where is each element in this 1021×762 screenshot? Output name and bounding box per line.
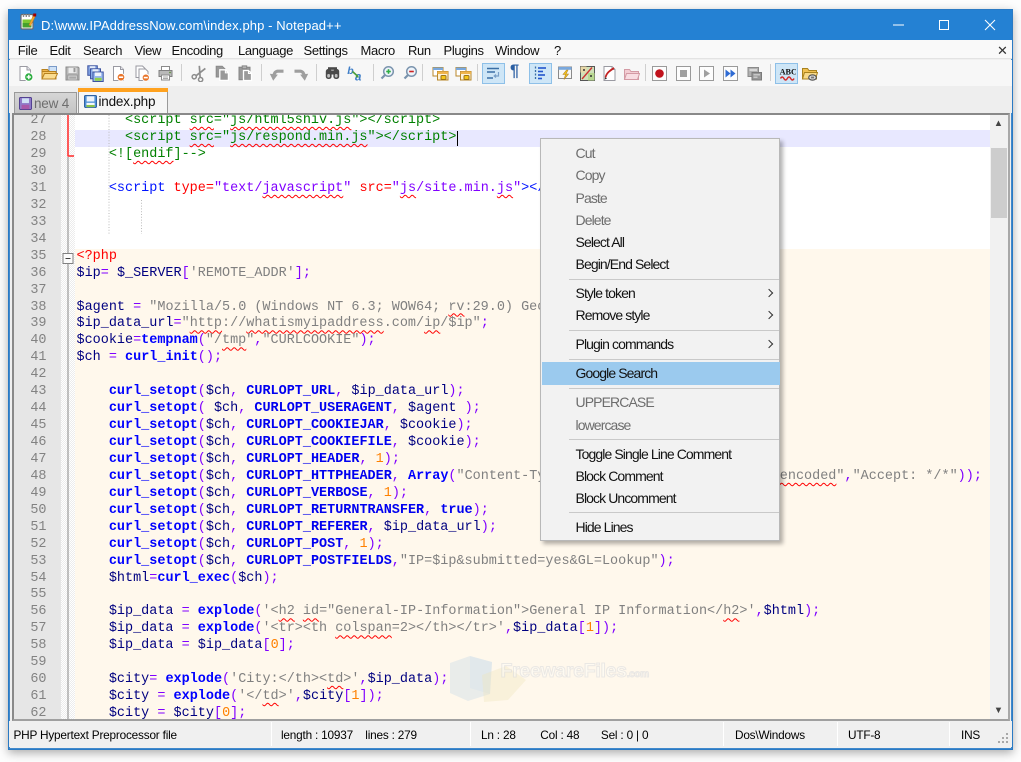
svg-text:ABC: ABC (779, 67, 795, 76)
svg-text:b: b (347, 65, 354, 77)
